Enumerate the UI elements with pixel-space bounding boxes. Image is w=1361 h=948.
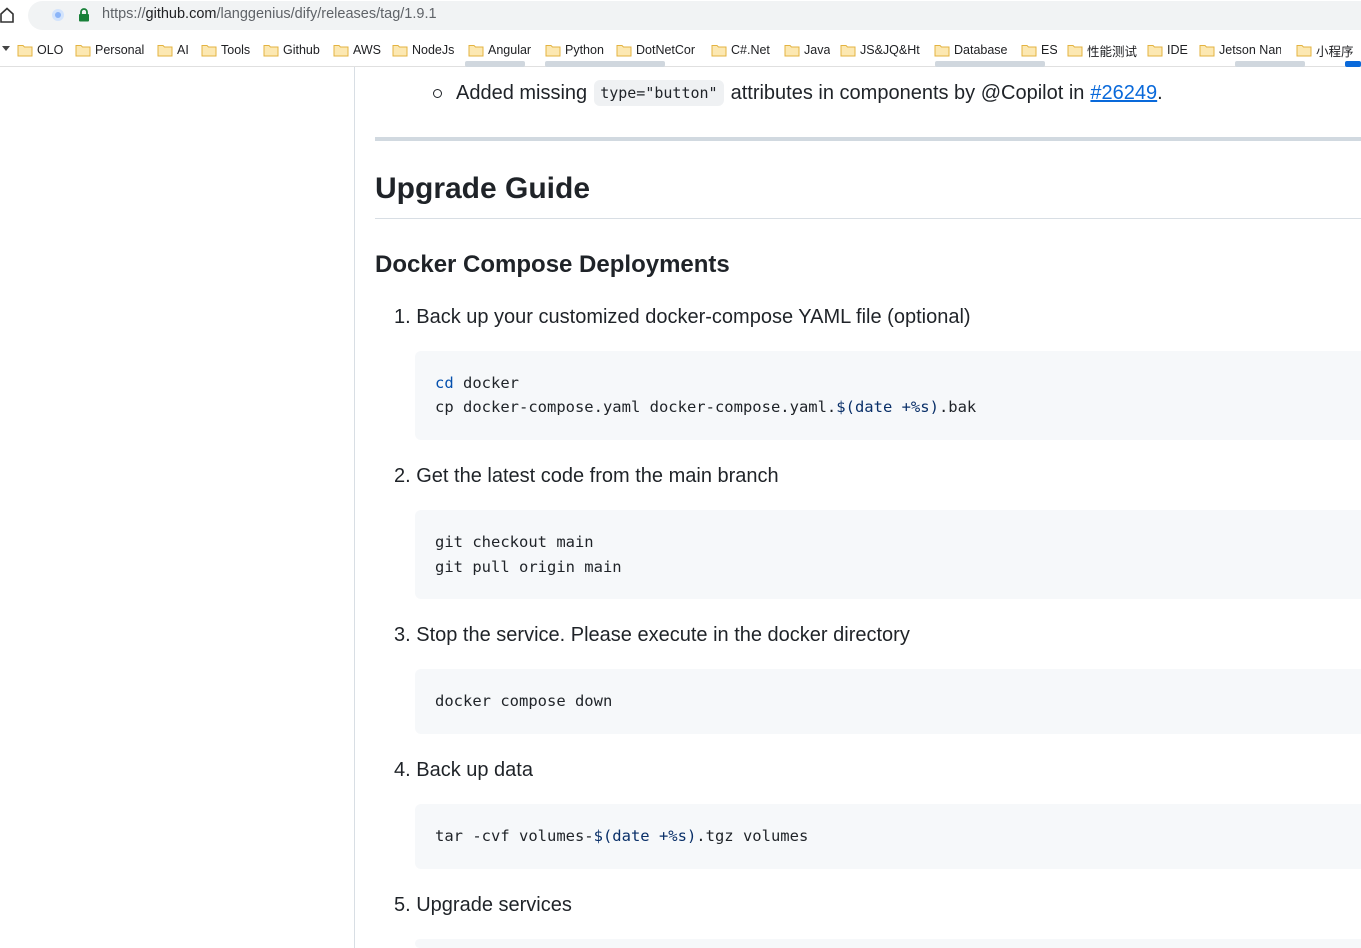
bookmark-folder[interactable]: Personal: [75, 40, 147, 60]
step-1: 1. Back up your customized docker-compos…: [394, 306, 971, 328]
bookmark-label: AI: [177, 43, 189, 57]
folder-icon: [263, 45, 279, 57]
code-block-upgrade-services[interactable]: [415, 939, 1361, 948]
changelog-bullet: Added missing type="button" attributes i…: [433, 78, 1163, 108]
code-line: git pull origin main: [435, 558, 622, 576]
browser-address-row: https://github.com/langgenius/dify/relea…: [0, 0, 1361, 34]
step-4: 4. Back up data: [394, 759, 533, 781]
home-icon[interactable]: [0, 7, 14, 23]
code-block-git-pull[interactable]: git checkout main git pull origin main: [415, 510, 1361, 599]
bookmark-label: NodeJs: [412, 43, 455, 57]
code-block-backup-yaml[interactable]: cd docker cp docker-compose.yaml docker-…: [415, 351, 1361, 440]
clipped-previous-line: [455, 55, 1361, 67]
bullet-text: attributes in components by @Copilot in: [730, 81, 1085, 104]
folder-icon: [17, 45, 33, 57]
inline-code: type="button": [594, 80, 724, 106]
bookmark-label: Personal: [95, 43, 145, 57]
bookmarks-dropdown-icon[interactable]: [2, 46, 10, 51]
code-block-compose-down[interactable]: docker compose down: [415, 669, 1361, 734]
code-block-backup-data[interactable]: tar -cvf volumes-$(date +%s).tgz volumes: [415, 804, 1361, 869]
folder-icon: [157, 45, 173, 57]
code-line: tar -cvf volumes-$(date +%s).tgz volumes: [435, 827, 809, 845]
bookmark-label: Github: [283, 43, 320, 57]
left-sidebar: [0, 67, 355, 948]
bookmark-folder[interactable]: AWS: [333, 40, 383, 60]
bookmark-folder[interactable]: OLO: [17, 40, 65, 60]
lock-icon: [79, 8, 89, 22]
pr-link[interactable]: #26249: [1090, 82, 1157, 105]
site-info-icon[interactable]: [51, 8, 65, 22]
bookmark-folder[interactable]: AI: [157, 40, 191, 60]
step-5: 5. Upgrade services: [394, 894, 572, 916]
code-line: docker compose down: [435, 692, 613, 710]
code-line: cd docker: [435, 374, 519, 392]
bookmark-label: OLO: [37, 43, 64, 57]
bookmark-folder[interactable]: NodeJs: [392, 40, 458, 60]
folder-icon: [75, 45, 91, 57]
step-2: 2. Get the latest code from the main bra…: [394, 465, 779, 487]
bullet-period: .: [1157, 81, 1163, 104]
bookmark-label: AWS: [353, 43, 382, 57]
section-divider: [375, 137, 1361, 141]
bullet-text: Added missing: [456, 81, 588, 104]
url-text[interactable]: https://github.com/langgenius/dify/relea…: [102, 6, 437, 22]
bookmark-folder[interactable]: Github: [263, 40, 323, 60]
bullet-circle-icon: [433, 88, 442, 98]
upgrade-guide-heading: Upgrade Guide: [375, 172, 591, 205]
heading-underline: [375, 218, 1361, 219]
folder-icon: [392, 45, 408, 57]
folder-icon: [201, 45, 217, 57]
code-line: cp docker-compose.yaml docker-compose.ya…: [435, 398, 977, 416]
step-3: 3. Stop the service. Please execute in t…: [394, 624, 910, 646]
docker-compose-heading: Docker Compose Deployments: [375, 251, 730, 278]
bookmark-label: Tools: [221, 43, 251, 57]
code-line: git checkout main: [435, 533, 594, 551]
bookmark-folder[interactable]: Tools: [201, 40, 253, 60]
folder-icon: [333, 45, 349, 57]
